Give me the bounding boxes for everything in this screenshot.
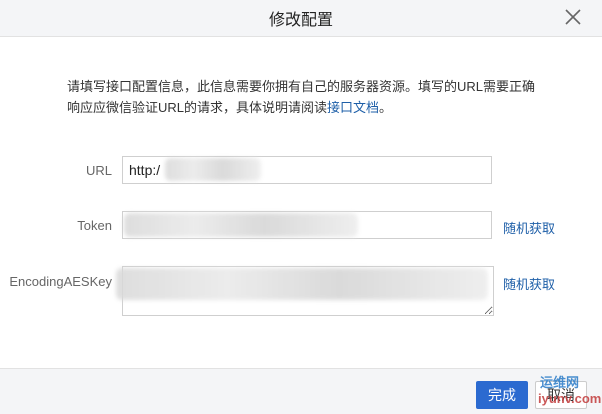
token-random-link[interactable]: 随机获取	[503, 218, 555, 237]
watermark-bottom: iyunv.com	[538, 391, 602, 406]
description-text: 请填写接口配置信息，此信息需要你拥有自己的服务器资源。填写的URL需要正确响应应…	[67, 79, 536, 115]
watermark-logo: 运维网 iyunv.com	[530, 372, 602, 410]
config-dialog: 修改配置 请填写接口配置信息，此信息需要你拥有自己的服务器资源。填写的URL需要…	[0, 0, 602, 414]
dialog-title: 修改配置	[268, 12, 333, 29]
dialog-description: 请填写接口配置信息，此信息需要你拥有自己的服务器资源。填写的URL需要正确响应应…	[67, 76, 547, 118]
description-end: 。	[379, 100, 393, 115]
token-label: Token	[77, 218, 112, 233]
dialog-header: 修改配置	[0, 0, 602, 37]
close-icon[interactable]	[564, 8, 582, 26]
url-label: URL	[85, 163, 112, 178]
doc-link[interactable]: 接口文档	[327, 100, 379, 115]
aes-key-label: EncodingAESKey	[9, 274, 112, 289]
url-redaction	[165, 158, 261, 181]
watermark-top: 运维网	[540, 375, 580, 390]
complete-button[interactable]: 完成	[476, 381, 528, 409]
aes-key-redaction	[116, 268, 488, 300]
token-redaction	[124, 213, 358, 237]
aes-random-link[interactable]: 随机获取	[503, 274, 555, 293]
